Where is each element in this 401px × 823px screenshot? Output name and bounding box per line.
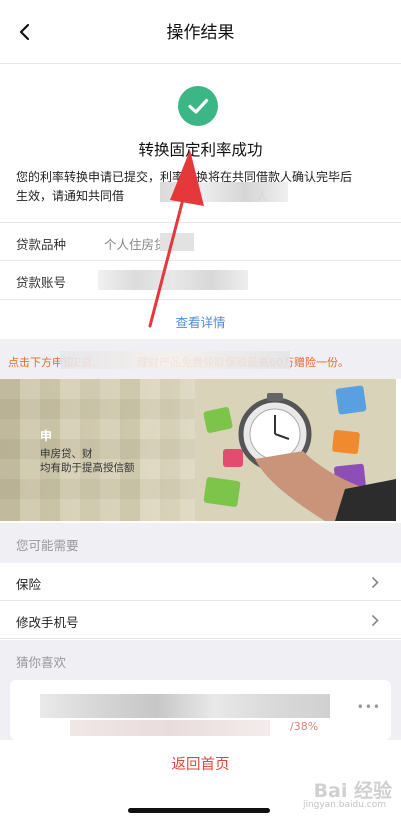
success-check-icon	[178, 86, 218, 126]
promo-banner[interactable]: 申 申房贷、财 均有助于提高授信额	[0, 379, 396, 521]
section-header-maybe-need: 您可能需要	[0, 523, 401, 563]
redacted-text	[160, 233, 194, 251]
home-indicator[interactable]	[128, 808, 270, 813]
menu-item-insurance[interactable]: 保险	[0, 563, 401, 601]
menu-item-change-phone[interactable]: 修改手机号	[0, 601, 401, 639]
banner-subtext-line1: 申房贷、财	[40, 448, 93, 460]
baidu-jingyan-watermark: Bai 经验 jingyan.baidu.com	[282, 776, 392, 812]
watermark-url: jingyan.baidu.com	[302, 800, 386, 810]
banner-subtext: 申房贷、财 均有助于提高授信额	[40, 447, 140, 475]
menu-item-label: 修改手机号	[16, 615, 79, 630]
detail-row: 查看详情	[0, 299, 401, 339]
redacted-text	[60, 351, 290, 369]
section-title: 您可能需要	[16, 538, 79, 553]
menu-item-label: 保险	[16, 577, 42, 592]
redacted-text	[160, 182, 288, 202]
redacted-product-title	[40, 694, 330, 718]
chevron-right-icon	[371, 576, 379, 589]
navigation-bar: 操作结果	[0, 0, 401, 64]
recommended-product-card[interactable]: /38% •••	[10, 680, 391, 740]
info-row-loan-account: 贷款账号	[0, 260, 401, 298]
result-title: 转换固定利率成功	[138, 141, 263, 159]
page-title: 操作结果	[166, 23, 235, 43]
result-description-line2-text: 生效，请通知共同借	[16, 189, 125, 203]
promo-strip: 点击下方申银E贷、理财产品免费领取保额最高60万赠险一份。	[0, 339, 401, 379]
chevron-right-icon	[371, 614, 379, 627]
stopwatch-hand-illustration	[195, 379, 396, 521]
result-panel: 转换固定利率成功 您的利率转换申请已提交，利率转换将在共同借款人确认完毕后 生效…	[0, 64, 401, 222]
view-details-link[interactable]: 查看详情	[175, 312, 225, 331]
banner-subtext-line2: 均有助于提高授信额	[40, 462, 135, 474]
redacted-account-number	[98, 270, 248, 290]
loan-type-label: 贷款品种	[16, 237, 67, 252]
product-rate: /38%	[290, 720, 319, 733]
section-title: 猜你喜欢	[16, 655, 67, 670]
banner-heading: 申	[40, 429, 53, 443]
loan-account-label: 贷款账号	[16, 275, 67, 290]
watermark-text: Bai 经验	[313, 780, 392, 802]
more-icon[interactable]: •••	[357, 700, 381, 714]
return-home-button[interactable]: 返回首页	[0, 753, 401, 774]
info-row-loan-type: 贷款品种 个人住房贷款	[0, 222, 401, 260]
redacted-product-detail	[70, 720, 270, 736]
